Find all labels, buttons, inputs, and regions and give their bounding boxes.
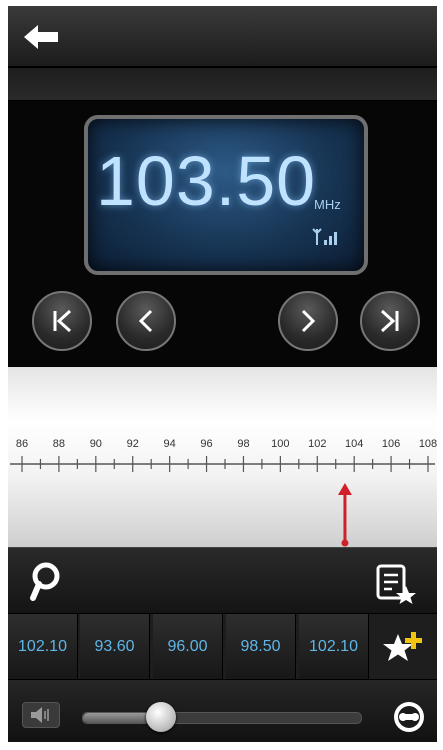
back-arrow-icon [24, 25, 58, 49]
frequency-display: 103.50 MHz [84, 115, 368, 275]
device-frame: 103.50 MHz 86 88 90 92 94 96 98 100 102 … [0, 0, 443, 750]
dial-scale-label: 106 [382, 438, 400, 450]
dial-scale-label: 96 [200, 438, 212, 450]
dial-scale-label: 98 [237, 438, 249, 450]
search-button[interactable] [26, 560, 66, 604]
favorites-list-icon [376, 564, 416, 604]
preset-2[interactable]: 93.60 [80, 614, 150, 680]
search-icon [30, 562, 60, 601]
volume-thumb[interactable] [145, 702, 176, 732]
display-area: 103.50 MHz [8, 101, 437, 367]
dial-scale-label: 108 [419, 438, 437, 450]
preset-1[interactable]: 102.10 [8, 614, 78, 680]
header-divider [8, 68, 437, 101]
dial-scale: 86 88 90 92 94 96 98 100 102 104 106 108 [10, 438, 437, 547]
add-favorite-icon [383, 632, 422, 661]
dial-scale-label: 94 [164, 438, 176, 450]
tool-bar [8, 547, 437, 614]
volume-bar [8, 679, 437, 742]
dial-scale-label: 104 [345, 438, 363, 450]
audio-output-button[interactable] [392, 700, 426, 734]
dial-scale-label: 86 [16, 438, 28, 450]
dial-scale-label: 100 [271, 438, 289, 450]
dial-scale-label: 90 [90, 438, 102, 450]
tuning-indicator-base [341, 539, 349, 547]
dial-scale-label: 88 [53, 438, 65, 450]
frequency-unit: MHz [314, 197, 341, 212]
dial-scale-label: 102 [308, 438, 326, 450]
chevron-right-icon [301, 309, 316, 333]
speaker-icon [31, 707, 49, 723]
seek-last-button[interactable] [360, 291, 420, 351]
radio-screen: 103.50 MHz 86 88 90 92 94 96 98 100 102 … [8, 6, 437, 742]
tuning-indicator-arrow [337, 483, 352, 495]
signal-strength-icon [312, 228, 337, 245]
tuning-dial[interactable]: 86 88 90 92 94 96 98 100 102 104 106 108 [8, 367, 437, 547]
preset-5[interactable]: 102.10 [299, 614, 369, 680]
skip-to-start-icon [53, 309, 72, 333]
chevron-left-icon [138, 309, 153, 333]
volume-slider[interactable] [82, 702, 362, 732]
skip-to-end-icon [380, 309, 399, 333]
audio-output-icon [394, 702, 424, 732]
preset-bar: 102.10 93.60 96.00 98.50 102.10 [8, 613, 437, 680]
preset-3[interactable]: 96.00 [153, 614, 223, 680]
frequency-readout: 103.50 [96, 142, 317, 220]
back-button[interactable] [22, 22, 62, 52]
add-favorite-button[interactable] [380, 628, 424, 668]
mute-button[interactable] [22, 702, 60, 728]
favorites-list-button[interactable] [374, 562, 418, 606]
step-forward-button[interactable] [278, 291, 338, 351]
preset-4[interactable]: 98.50 [226, 614, 296, 680]
dial-scale-label: 92 [127, 438, 139, 450]
top-bar [8, 6, 437, 68]
step-back-button[interactable] [116, 291, 176, 351]
seek-first-button[interactable] [32, 291, 92, 351]
